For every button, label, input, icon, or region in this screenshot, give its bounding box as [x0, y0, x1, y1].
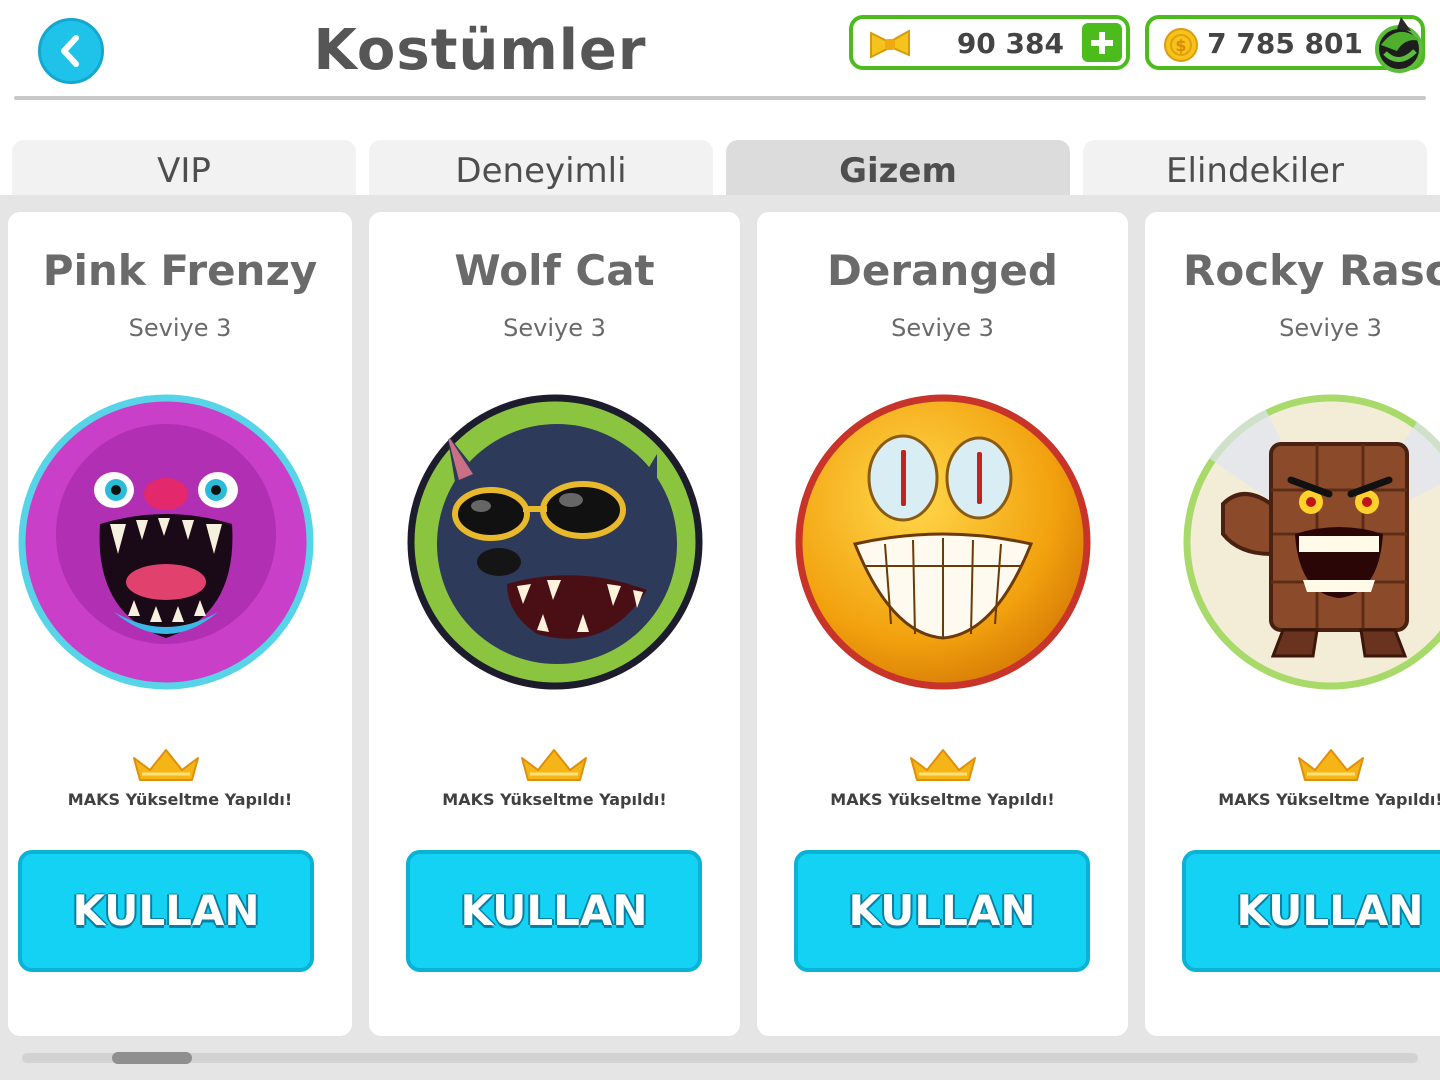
- crown-icon: [521, 749, 587, 781]
- add-tickets-button[interactable]: [1082, 23, 1122, 62]
- tab-elindekiler[interactable]: Elindekiler: [1083, 140, 1427, 196]
- costume-card: Rocky Rasca Seviye 3 MAKS Yükseltme Yapı…: [1145, 212, 1440, 1036]
- wolf-cat-avatar: [407, 394, 703, 690]
- chevron-left-icon: [61, 35, 79, 67]
- max-upgrade-status: MAKS Yükseltme Yapıldı!: [67, 790, 293, 809]
- page-title: Kostümler: [313, 18, 647, 83]
- costume-card: Wolf Cat Seviye 3 MAKS Yükseltme Yapıldı…: [369, 212, 740, 1036]
- costume-level: Seviye 3: [891, 314, 994, 342]
- scrollbar-thumb[interactable]: [112, 1052, 192, 1064]
- deranged-avatar: [795, 394, 1091, 690]
- shark-badge-icon[interactable]: [1371, 11, 1427, 77]
- costume-name: Deranged: [827, 246, 1058, 295]
- ticket-bow-icon: [870, 29, 910, 59]
- costume-name: Wolf Cat: [454, 246, 655, 295]
- tab-vip[interactable]: VIP: [12, 140, 356, 196]
- costume-panel[interactable]: Pink Frenzy Seviye 3 MAKS Yükseltme Yapı…: [0, 195, 1440, 1080]
- use-button[interactable]: KULLAN: [1182, 850, 1440, 972]
- coin-icon: $: [1164, 28, 1198, 62]
- costume-card: Deranged Seviye 3 MAKS Yükseltme Yapıldı…: [757, 212, 1128, 1036]
- horizontal-scrollbar[interactable]: [22, 1053, 1418, 1063]
- costume-card: Pink Frenzy Seviye 3 MAKS Yükseltme Yapı…: [8, 212, 352, 1036]
- coin-amount: 7 785 801: [1207, 27, 1363, 60]
- max-upgrade-status: MAKS Yükseltme Yapıldı!: [442, 790, 667, 809]
- costume-level: Seviye 3: [1279, 314, 1382, 342]
- header: Kostümler 90 384 $ 7 785 801: [0, 0, 1440, 110]
- max-upgrade-status: MAKS Yükseltme Yapıldı!: [1218, 790, 1440, 809]
- back-button[interactable]: [38, 18, 104, 84]
- max-upgrade-status: MAKS Yükseltme Yapıldı!: [830, 790, 1055, 809]
- costume-level: Seviye 3: [128, 314, 232, 342]
- tab-deneyimli[interactable]: Deneyimli: [369, 140, 713, 196]
- coin-balance: $ 7 785 801: [1145, 15, 1425, 73]
- pink-monster-avatar: [18, 394, 314, 690]
- crown-icon: [133, 749, 199, 781]
- plus-icon: [1091, 31, 1113, 54]
- ticket-amount: 90 384: [956, 27, 1064, 60]
- costume-level: Seviye 3: [503, 314, 606, 342]
- use-button[interactable]: KULLAN: [18, 850, 314, 972]
- rocky-rascal-avatar: [1183, 394, 1440, 690]
- tab-gizem[interactable]: Gizem: [726, 140, 1070, 196]
- use-button[interactable]: KULLAN: [794, 850, 1090, 972]
- tab-bar: VIP Deneyimli Gizem Elindekiler: [0, 140, 1440, 196]
- costume-name: Rocky Rasca: [1183, 246, 1440, 295]
- header-divider: [14, 96, 1426, 100]
- use-button[interactable]: KULLAN: [406, 850, 702, 972]
- svg-text:$: $: [1175, 36, 1186, 55]
- costume-name: Pink Frenzy: [42, 246, 318, 295]
- ticket-balance: 90 384: [849, 15, 1130, 70]
- crown-icon: [910, 749, 976, 781]
- crown-icon: [1298, 749, 1364, 781]
